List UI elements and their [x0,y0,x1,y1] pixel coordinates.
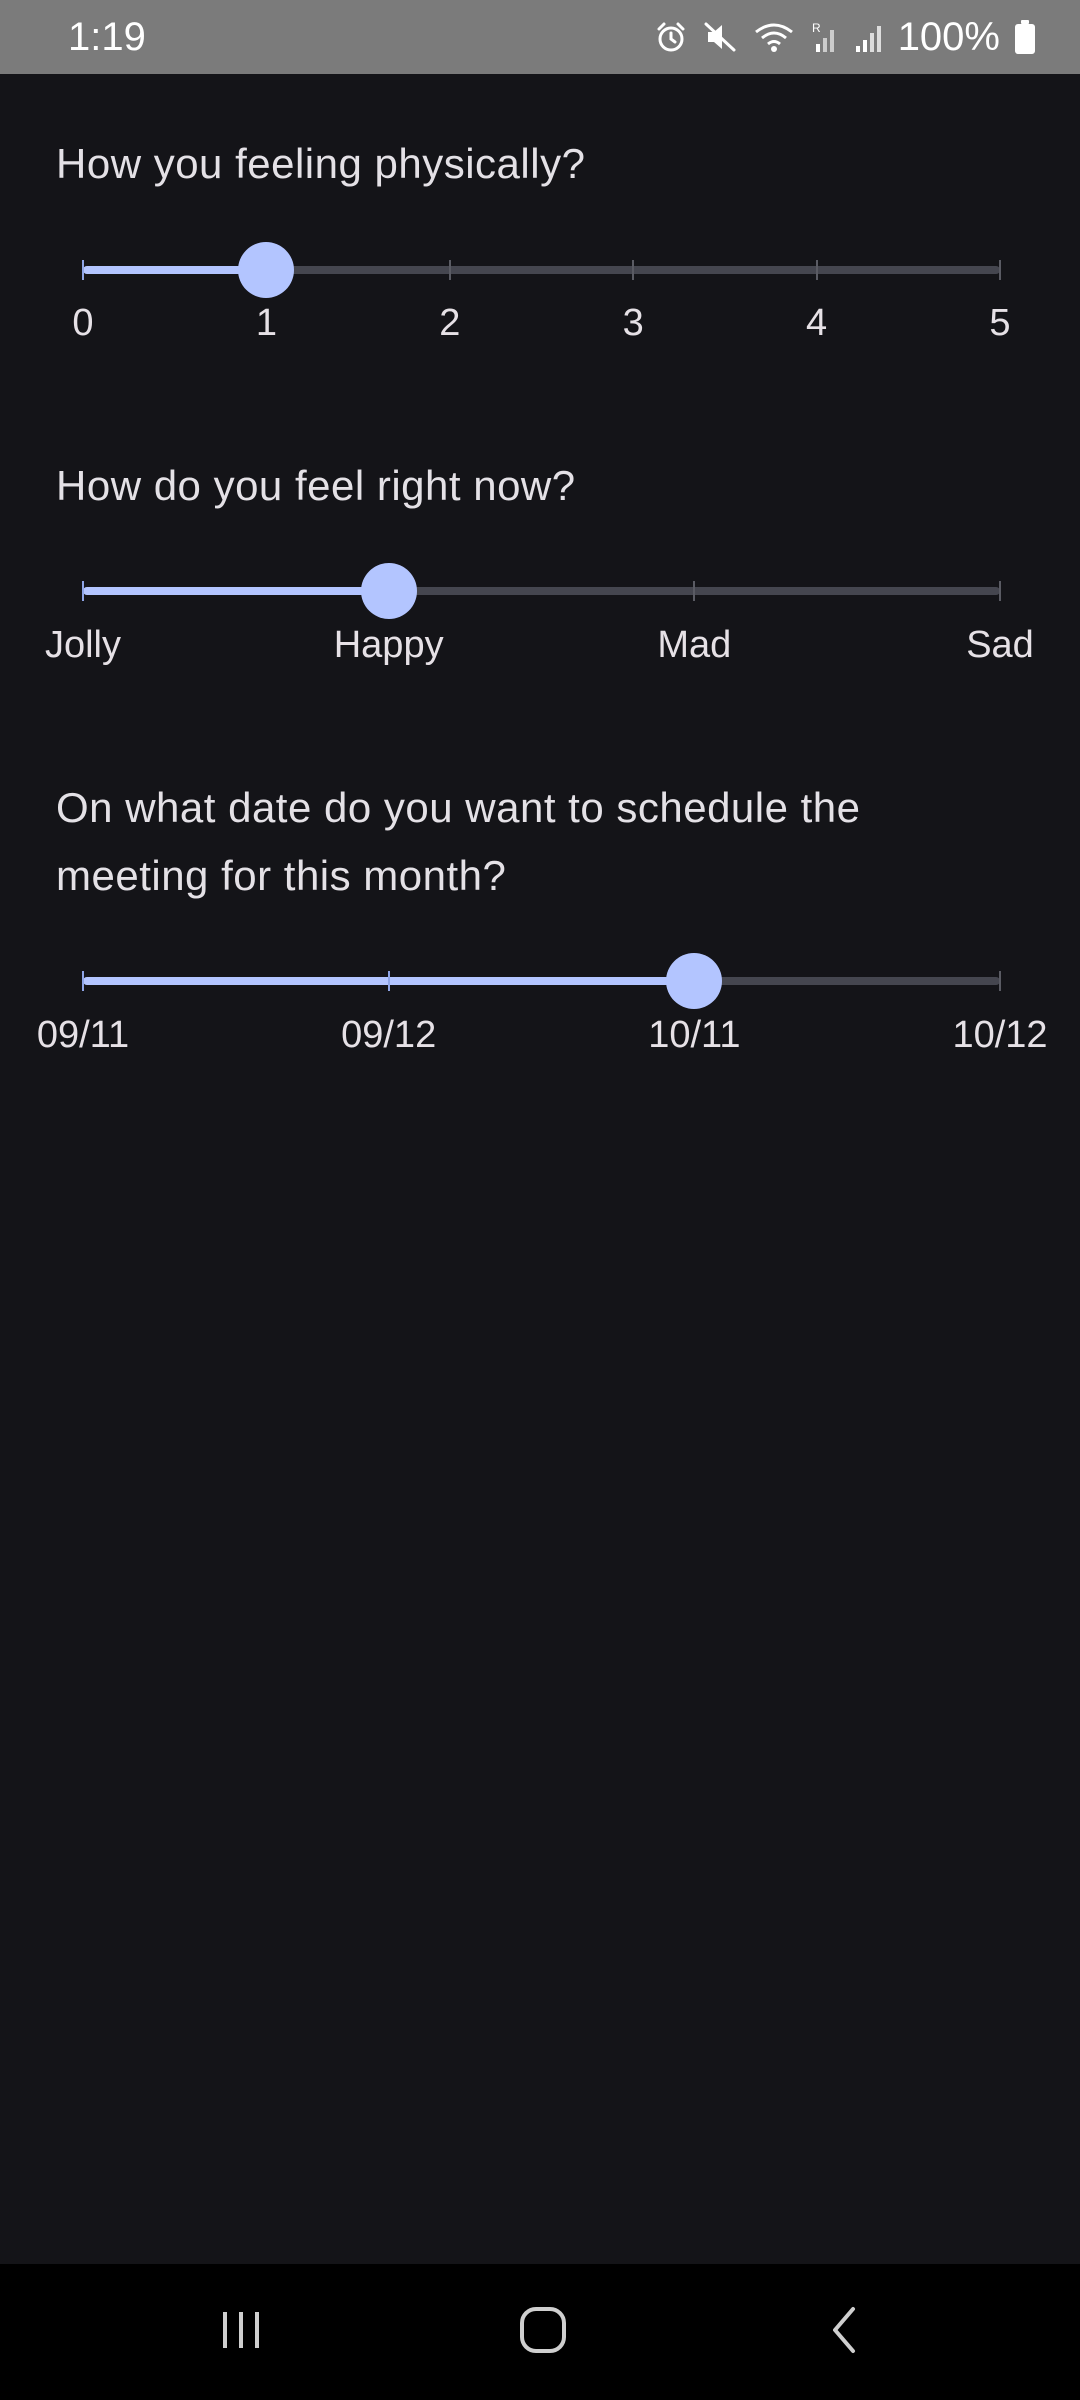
status-icons: R 100% [654,15,1036,60]
tick-label: 5 [989,302,1011,344]
slider-tick [632,260,635,280]
slider-thumb[interactable] [238,242,295,298]
tick-label: Jolly [44,624,122,666]
status-time: 1:19 [68,14,146,59]
signal-roaming-icon: R [810,20,840,54]
slider-tick [82,260,84,280]
recent-apps-button[interactable] [181,2292,301,2372]
screen: 1:19 R 100% How you feeling physically? … [0,0,1080,2400]
tick-label: 09/11 [36,1014,130,1056]
alarm-icon [654,20,688,54]
slider-thumb[interactable] [360,563,417,619]
navigation-bar [0,2264,1080,2400]
tick-label: 4 [806,302,828,344]
back-button[interactable] [785,2292,905,2372]
tick-label: Sad [966,624,1034,666]
tick-label: 1 [255,302,277,344]
signal-icon [854,20,884,54]
recent-apps-icon [219,2308,263,2357]
slider-tick [82,581,84,601]
slider-tick [82,971,84,991]
back-icon [825,2305,865,2360]
svg-text:R: R [812,21,821,35]
slider-meeting-date[interactable] [82,951,1001,1011]
tick-label: 10/11 [648,1014,741,1056]
slider-meeting-date-labels: 09/11 09/12 10/11 10/12 [37,1014,1048,1064]
tick-label: 2 [439,302,461,344]
tick-label: 3 [622,302,644,344]
question-feel-now: How do you feel right now? [56,462,576,509]
slider-tick [448,260,451,280]
slider-tick [387,971,390,991]
slider-tick [999,971,1001,991]
wifi-icon [752,20,796,54]
status-bar: 1:19 R 100% [0,0,1080,74]
tick-label: 10/12 [952,1014,1048,1056]
slider-tick [999,581,1001,601]
question-meeting-date: On what date do you want to schedule the… [56,784,861,899]
tick-label: Happy [333,624,444,666]
slider-tick [999,260,1001,280]
home-icon [518,2305,568,2360]
slider-physical[interactable] [82,240,1001,300]
slider-fill [83,587,389,595]
slider-physical-labels: 0 1 2 3 4 5 [72,302,1010,352]
mute-icon [702,20,738,54]
tick-label: 09/12 [341,1014,437,1056]
tick-label: Mad [657,624,732,666]
slider-thumb[interactable] [666,953,723,1009]
slider-mood-labels: Jolly Happy Mad Sad [45,624,1034,674]
battery-percent: 100% [897,14,1000,59]
slider-tick [815,260,818,280]
tick-label: 0 [72,302,94,344]
battery-icon [1014,19,1036,55]
slider-tick [693,581,696,601]
slider-mood[interactable] [82,561,1001,621]
home-button[interactable] [483,2292,603,2372]
question-physical: How you feeling physically? [56,140,586,187]
